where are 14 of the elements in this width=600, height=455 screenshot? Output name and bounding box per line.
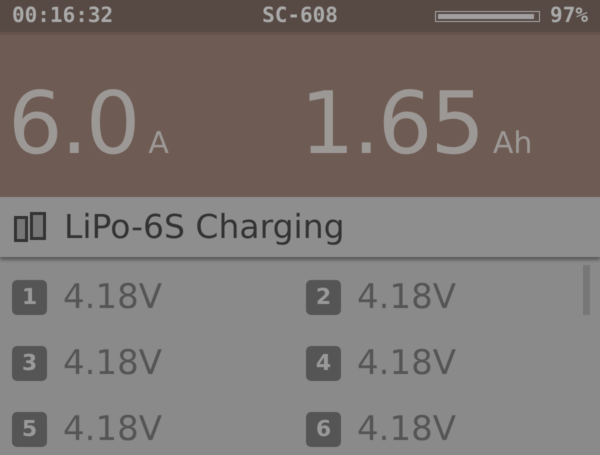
battery-percent: 97%: [550, 2, 588, 30]
cell-number-badge: 3: [12, 346, 47, 380]
reading-unit: A: [148, 129, 169, 159]
reading-value: 1.65: [300, 81, 483, 167]
cell-number-badge: 6: [306, 412, 341, 446]
clock-time: 00:16:32: [12, 2, 114, 30]
cell-number-badge: 5: [12, 412, 47, 446]
model-name: SC-608: [262, 2, 338, 30]
mode-title: LiPo-6S Charging: [64, 206, 345, 248]
reading-value: 6.0: [8, 81, 138, 167]
cell-number-badge: 4: [306, 346, 341, 380]
cell-number-badge: 1: [12, 280, 47, 314]
cell-number-badge: 2: [306, 280, 341, 314]
reading-unit: Ah: [492, 129, 532, 159]
